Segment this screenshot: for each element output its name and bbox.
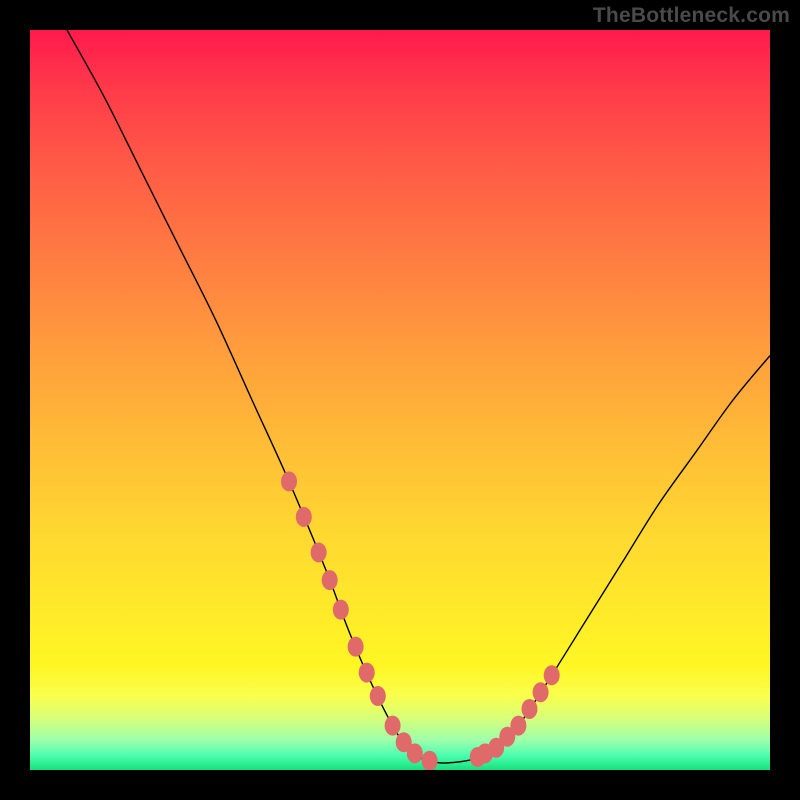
curve-marker xyxy=(281,471,297,491)
curve-marker xyxy=(422,751,438,770)
marker-cluster-right xyxy=(470,665,560,767)
curve-marker xyxy=(311,542,327,562)
curve-marker xyxy=(385,716,401,736)
chart-frame: TheBottleneck.com xyxy=(0,0,800,800)
curve-marker xyxy=(370,686,386,706)
curve-marker xyxy=(348,637,364,657)
plot-area xyxy=(30,30,770,770)
bottleneck-curve xyxy=(67,30,770,763)
marker-cluster-left xyxy=(281,471,438,770)
curve-marker xyxy=(407,743,423,763)
curve-marker xyxy=(522,699,538,719)
curve-marker xyxy=(510,716,526,736)
curve-marker xyxy=(322,570,338,590)
curve-marker xyxy=(296,507,312,527)
watermark-text: TheBottleneck.com xyxy=(593,4,790,28)
curve-marker xyxy=(533,682,549,702)
curve-marker xyxy=(333,600,349,620)
chart-svg xyxy=(30,30,770,770)
curve-marker xyxy=(359,663,375,683)
curve-marker xyxy=(544,665,560,685)
